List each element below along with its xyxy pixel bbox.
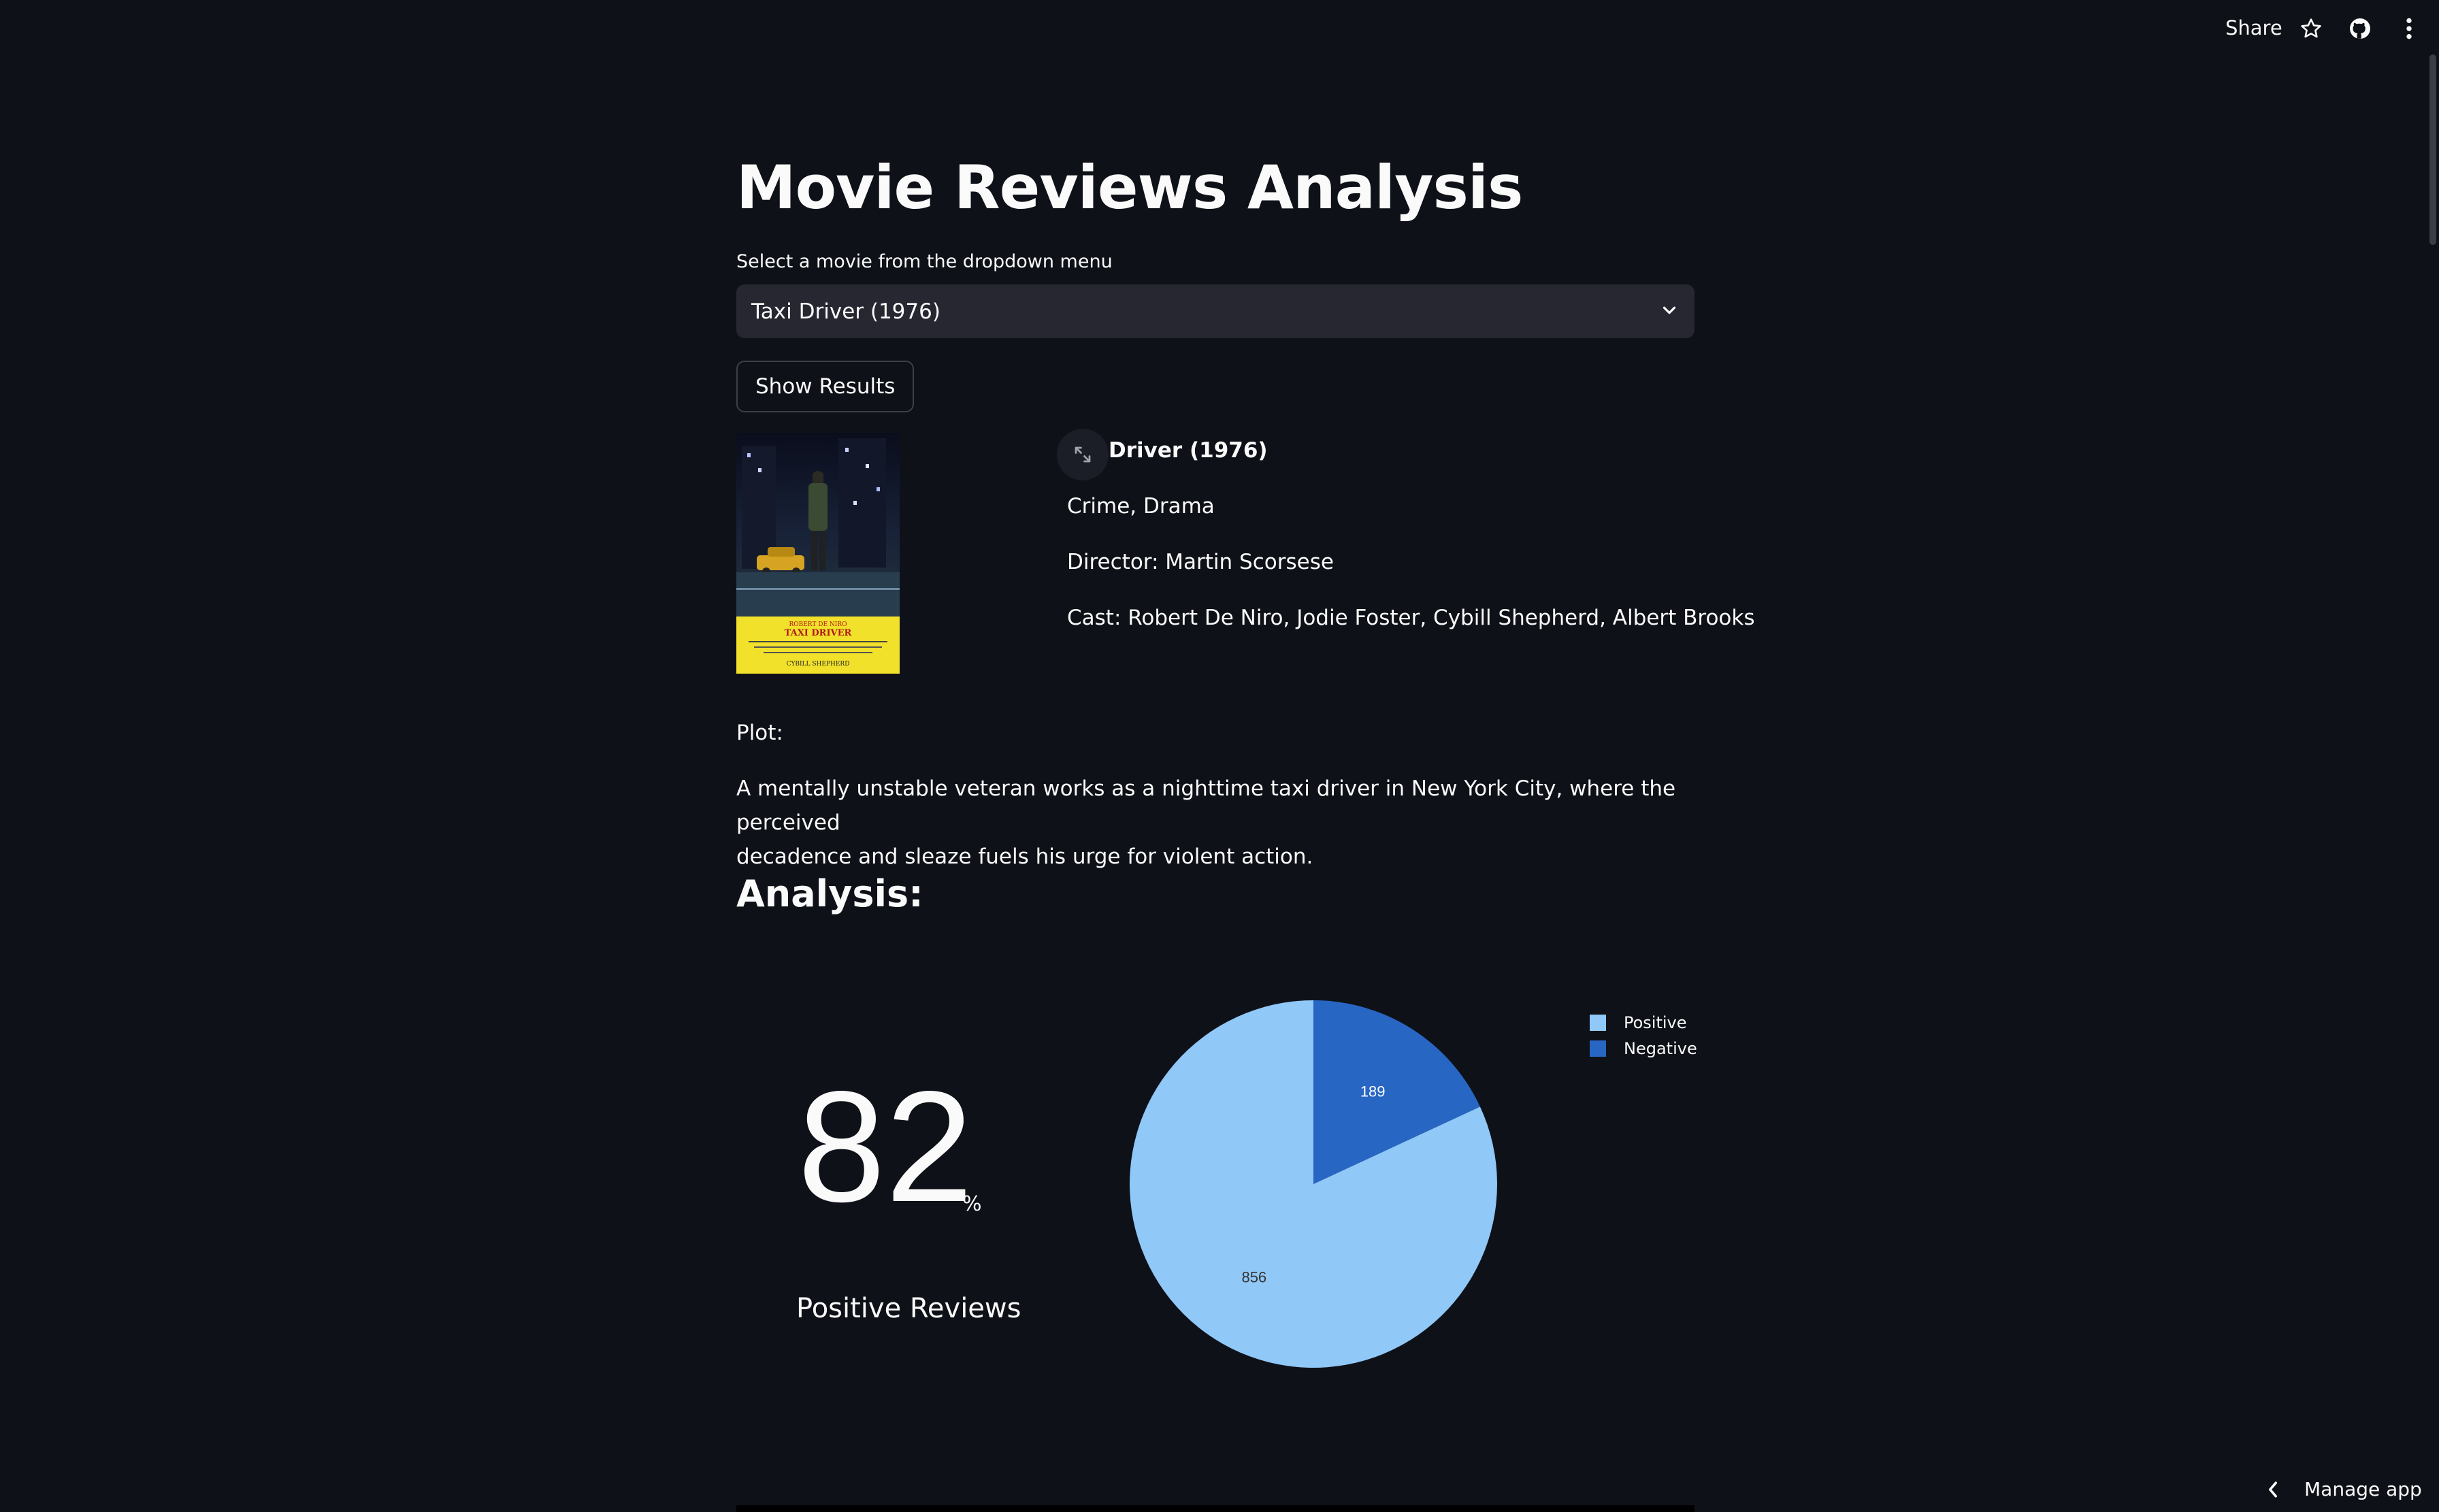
manage-app-button[interactable]: Manage app bbox=[2266, 1478, 2422, 1500]
legend-label: Positive bbox=[1624, 1013, 1687, 1032]
poster-actor-text: ROBERT DE NIRO bbox=[789, 621, 847, 628]
legend-item-positive: Positive bbox=[1590, 1010, 1697, 1036]
pie-label-positive: 856 bbox=[1241, 1269, 1266, 1286]
chevron-left-icon bbox=[2266, 1480, 2280, 1499]
movie-director: Director: Martin Scorsese bbox=[1067, 550, 1334, 574]
bottom-divider bbox=[736, 1505, 1695, 1512]
legend-swatch bbox=[1590, 1040, 1606, 1057]
show-results-button[interactable]: Show Results bbox=[736, 361, 915, 412]
star-icon[interactable] bbox=[2296, 14, 2326, 44]
sentiment-pie-chart: 856 189 bbox=[1130, 1000, 1497, 1368]
movie-select-value: Taxi Driver (1976) bbox=[751, 299, 940, 324]
plot-line-1: A mentally unstable veteran works as a n… bbox=[736, 776, 1676, 835]
positive-percent-value: 82 bbox=[798, 1059, 974, 1235]
movie-title: Driver (1976) bbox=[1109, 438, 1268, 463]
expand-icon[interactable] bbox=[1057, 429, 1109, 480]
poster-footer-text: CYBILL SHEPHERD bbox=[787, 661, 850, 668]
movie-select[interactable]: Taxi Driver (1976) bbox=[736, 284, 1695, 338]
legend-label: Negative bbox=[1624, 1039, 1697, 1058]
plot-text: A mentally unstable veteran works as a n… bbox=[736, 772, 1695, 874]
movie-cast: Cast: Robert De Niro, Jodie Foster, Cybi… bbox=[1067, 606, 1755, 630]
chart-legend: Positive Negative bbox=[1590, 1010, 1697, 1062]
select-label: Select a movie from the dropdown menu bbox=[736, 251, 1113, 272]
movie-poster: ROBERT DE NIRO TAXI DRIVER CYBILL SHEPHE… bbox=[736, 433, 900, 674]
page-title: Movie Reviews Analysis bbox=[736, 152, 1523, 223]
movie-genres: Crime, Drama bbox=[1067, 494, 1215, 519]
poster-title-text: TAXI DRIVER bbox=[785, 628, 852, 638]
chevron-down-icon bbox=[1659, 300, 1680, 323]
legend-swatch bbox=[1590, 1015, 1606, 1031]
positive-reviews-label: Positive Reviews bbox=[796, 1293, 1021, 1324]
legend-item-negative: Negative bbox=[1590, 1036, 1697, 1062]
manage-app-label: Manage app bbox=[2304, 1478, 2422, 1500]
github-icon[interactable] bbox=[2345, 14, 2375, 44]
share-button[interactable]: Share bbox=[2225, 16, 2282, 39]
plot-label: Plot: bbox=[736, 721, 783, 745]
scrollbar[interactable] bbox=[2429, 54, 2436, 245]
plot-line-2: decadence and sleaze fuels his urge for … bbox=[736, 844, 1313, 869]
percent-sign: % bbox=[962, 1192, 982, 1216]
pie-label-negative: 189 bbox=[1360, 1083, 1386, 1100]
analysis-heading: Analysis: bbox=[736, 872, 923, 915]
more-vert-icon[interactable] bbox=[2394, 14, 2424, 44]
